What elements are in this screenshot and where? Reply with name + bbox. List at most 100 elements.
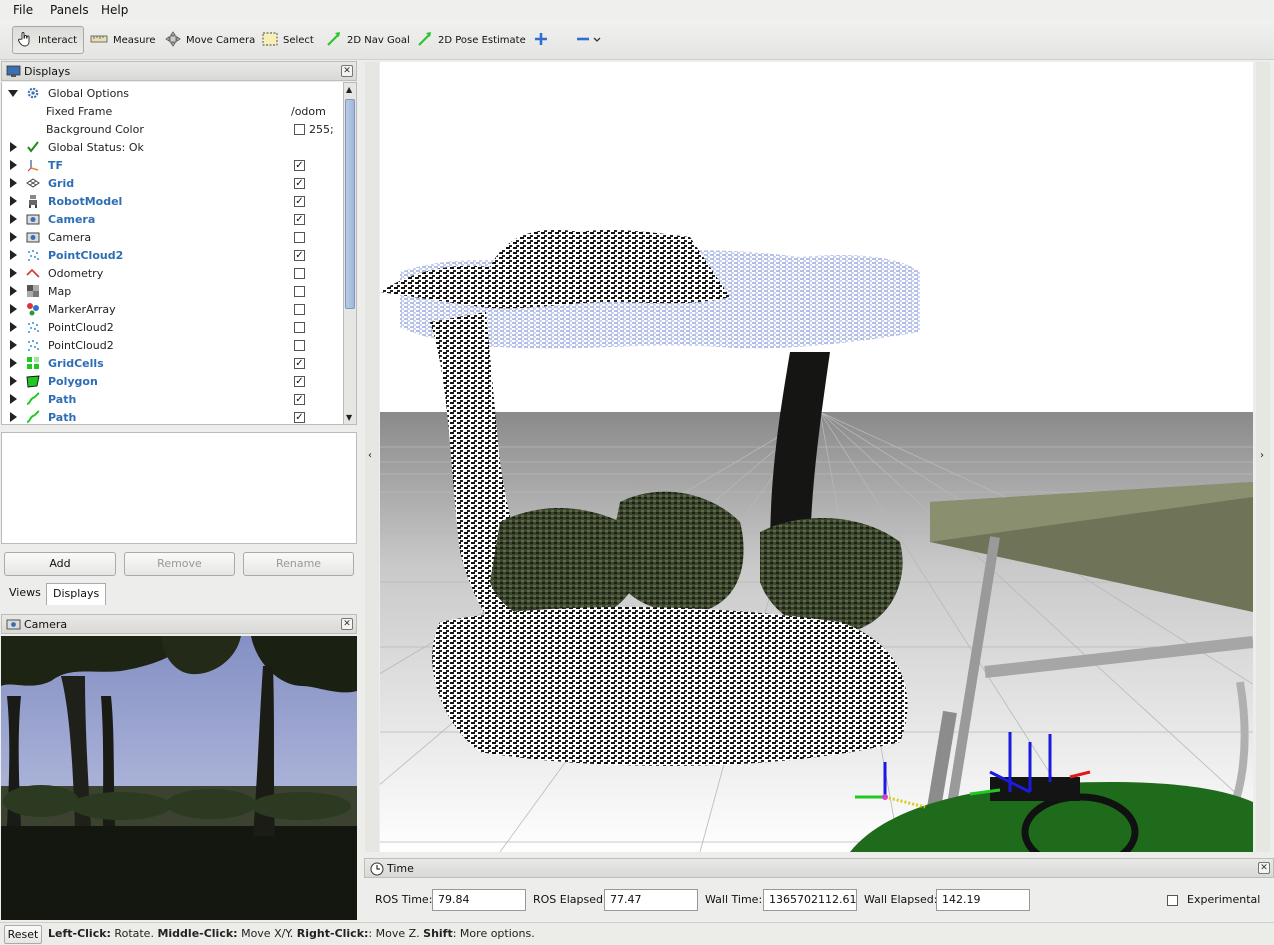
- path-icon: [26, 410, 40, 424]
- move-arrows-icon: [165, 30, 181, 50]
- tree-label: Camera: [48, 230, 92, 244]
- tree-row-map[interactable]: Map: [2, 282, 343, 300]
- expand-arrow-icon[interactable]: [10, 268, 17, 278]
- checkbox[interactable]: ✓: [294, 213, 305, 225]
- expand-arrow-icon[interactable]: [10, 286, 17, 296]
- left-dock-handle[interactable]: ‹: [365, 62, 379, 852]
- menu-panels[interactable]: Panels: [50, 3, 89, 17]
- color-swatch[interactable]: [294, 123, 305, 135]
- interact-tool-button[interactable]: Interact: [12, 26, 84, 54]
- tree-row-pointcloud2[interactable]: PointCloud2: [2, 336, 343, 354]
- expand-arrow-icon[interactable]: [10, 196, 17, 206]
- checkbox[interactable]: [294, 285, 305, 297]
- tree-row-gridcells[interactable]: GridCells ✓: [2, 354, 343, 372]
- tree-row-background-color[interactable]: Background Color 255;: [2, 120, 343, 138]
- move-camera-label: Move Camera: [186, 34, 256, 46]
- status-hint: Left-Click: Rotate. Middle-Click: Move X…: [48, 927, 535, 940]
- tree-row-grid[interactable]: Grid ✓: [2, 174, 343, 192]
- expand-arrow-icon[interactable]: [10, 250, 17, 260]
- expand-arrow-icon[interactable]: [10, 304, 17, 314]
- right-dock-handle[interactable]: ›: [1256, 62, 1270, 852]
- experimental-checkbox[interactable]: [1167, 895, 1178, 906]
- wall-elapsed-label: Wall Elapsed:: [864, 893, 938, 906]
- remove-button[interactable]: Remove: [124, 552, 235, 576]
- expand-arrow-icon[interactable]: [10, 178, 17, 188]
- ros-time-field[interactable]: 79.84: [432, 889, 526, 911]
- tree-label: PointCloud2: [48, 320, 114, 334]
- tree-row-camera[interactable]: Camera: [2, 228, 343, 246]
- expand-arrow-icon[interactable]: [10, 340, 17, 350]
- description-area: [1, 432, 357, 544]
- expand-arrow-open-icon[interactable]: [8, 90, 18, 97]
- checkbox[interactable]: ✓: [294, 159, 305, 171]
- expand-arrow-icon[interactable]: [10, 232, 17, 242]
- tree-row-polygon[interactable]: Polygon ✓: [2, 372, 343, 390]
- tree-label: GridCells: [48, 356, 104, 370]
- background-color-value[interactable]: 255;: [309, 123, 334, 136]
- tree-row-pointcloud2[interactable]: PointCloud2: [2, 318, 343, 336]
- time-panel-header: Time ✕: [364, 858, 1274, 878]
- move-camera-tool-button[interactable]: Move Camera: [161, 26, 259, 54]
- expand-arrow-icon[interactable]: [10, 376, 17, 386]
- pose-estimate-tool-button[interactable]: 2D Pose Estimate: [413, 26, 530, 54]
- tree-row-path[interactable]: Path ✓: [2, 408, 343, 424]
- expand-arrow-icon[interactable]: [10, 412, 17, 422]
- checkbox[interactable]: ✓: [294, 249, 305, 261]
- 3d-render-view[interactable]: [380, 62, 1253, 852]
- tree-row-camera[interactable]: Camera ✓: [2, 210, 343, 228]
- expand-arrow-icon[interactable]: [10, 358, 17, 368]
- close-icon[interactable]: ✕: [341, 618, 353, 630]
- tree-row-fixed-frame[interactable]: Fixed Frame /odom: [2, 102, 343, 120]
- scroll-down-icon[interactable]: ▼: [346, 413, 352, 422]
- reset-button[interactable]: Reset: [4, 925, 42, 944]
- add-tool-button[interactable]: [530, 26, 552, 54]
- menu-file[interactable]: File: [13, 3, 33, 17]
- close-icon[interactable]: ✕: [1258, 862, 1270, 874]
- checkbox[interactable]: ✓: [294, 177, 305, 189]
- chevron-right-icon[interactable]: ›: [1260, 450, 1264, 461]
- checkbox[interactable]: [294, 321, 305, 333]
- checkbox[interactable]: ✓: [294, 195, 305, 207]
- chevron-left-icon[interactable]: ‹: [368, 450, 372, 461]
- expand-arrow-icon[interactable]: [10, 322, 17, 332]
- expand-arrow-icon[interactable]: [10, 394, 17, 404]
- remove-tool-menu-button[interactable]: [572, 26, 605, 54]
- scroll-thumb[interactable]: [345, 99, 355, 309]
- fixed-frame-value[interactable]: /odom: [291, 105, 326, 118]
- tree-label: Camera: [48, 212, 96, 226]
- wall-time-field[interactable]: 1365702112.61: [763, 889, 857, 911]
- tree-row-markerarray[interactable]: MarkerArray: [2, 300, 343, 318]
- checkbox[interactable]: ✓: [294, 411, 305, 423]
- checkbox[interactable]: ✓: [294, 357, 305, 369]
- checkbox[interactable]: [294, 339, 305, 351]
- tree-row-global-status[interactable]: Global Status: Ok: [2, 138, 343, 156]
- tree-row-pointcloud2[interactable]: PointCloud2 ✓: [2, 246, 343, 264]
- rename-button[interactable]: Rename: [243, 552, 354, 576]
- checkbox[interactable]: ✓: [294, 393, 305, 405]
- menu-help[interactable]: Help: [101, 3, 128, 17]
- camera-panel-title: Camera: [24, 617, 68, 631]
- expand-arrow-icon[interactable]: [10, 142, 17, 152]
- add-button[interactable]: Add: [4, 552, 116, 576]
- wall-elapsed-field[interactable]: 142.19: [936, 889, 1030, 911]
- tree-row-odometry[interactable]: Odometry: [2, 264, 343, 282]
- measure-tool-button[interactable]: Measure: [86, 26, 160, 54]
- checkbox[interactable]: [294, 231, 305, 243]
- ros-elapsed-field[interactable]: 77.47: [604, 889, 698, 911]
- select-tool-button[interactable]: Select: [258, 26, 318, 54]
- close-icon[interactable]: ✕: [341, 65, 353, 77]
- checkbox[interactable]: [294, 267, 305, 279]
- expand-arrow-icon[interactable]: [10, 160, 17, 170]
- scroll-up-icon[interactable]: ▲: [346, 85, 352, 94]
- tab-displays[interactable]: Displays: [46, 583, 107, 605]
- tab-views[interactable]: Views: [3, 583, 47, 605]
- tree-row-path[interactable]: Path ✓: [2, 390, 343, 408]
- nav-goal-tool-button[interactable]: 2D Nav Goal: [322, 26, 414, 54]
- checkbox[interactable]: [294, 303, 305, 315]
- tree-row-global-options[interactable]: Global Options: [2, 84, 343, 102]
- tree-row-robotmodel[interactable]: RobotModel ✓: [2, 192, 343, 210]
- tree-row-tf[interactable]: TF ✓: [2, 156, 343, 174]
- tree-scrollbar[interactable]: ▲ ▼: [343, 82, 357, 425]
- expand-arrow-icon[interactable]: [10, 214, 17, 224]
- checkbox[interactable]: ✓: [294, 375, 305, 387]
